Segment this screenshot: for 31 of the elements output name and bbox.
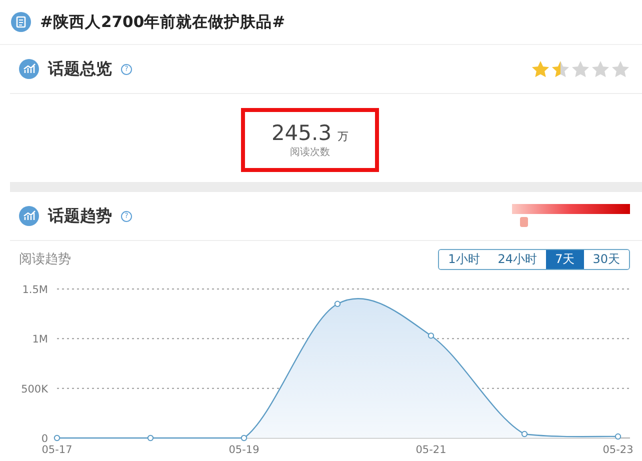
chart-icon xyxy=(19,59,39,79)
star-icon xyxy=(611,60,630,78)
data-point xyxy=(334,300,341,307)
data-point xyxy=(240,434,248,442)
y-axis-label: 0 xyxy=(41,433,48,445)
data-point xyxy=(614,433,622,440)
y-axis-label: 1.5M xyxy=(22,284,48,296)
y-axis-label: 1M xyxy=(32,334,48,346)
x-axis-label: 05-17 xyxy=(42,444,72,456)
document-icon xyxy=(11,12,31,32)
count-unit: 万 xyxy=(338,129,349,144)
x-axis-label: 05-19 xyxy=(228,444,260,456)
chart-subheading: 阅读趋势 xyxy=(19,251,71,268)
star-icon xyxy=(531,60,550,78)
data-point xyxy=(521,430,528,438)
star-icon xyxy=(551,60,570,78)
chart-icon xyxy=(19,206,39,226)
read-count-label: 阅读次数 xyxy=(290,146,330,159)
section-heading: 话题趋势 xyxy=(48,206,112,226)
data-point xyxy=(147,434,154,442)
x-axis-label: 05-21 xyxy=(416,444,446,456)
data-point xyxy=(54,434,60,442)
section-heading: 话题总览 xyxy=(48,58,112,80)
data-point xyxy=(428,332,434,339)
y-axis-label: 500K xyxy=(21,383,48,396)
read-count: 245.3 xyxy=(271,121,332,145)
star-icon xyxy=(591,60,610,78)
range-tab[interactable]: 7天 xyxy=(546,250,584,268)
x-axis-label: 05-23 xyxy=(602,444,634,456)
topic-title: #陕西人2700年前就在做护肤品# xyxy=(40,12,286,32)
star-icon xyxy=(571,60,590,78)
